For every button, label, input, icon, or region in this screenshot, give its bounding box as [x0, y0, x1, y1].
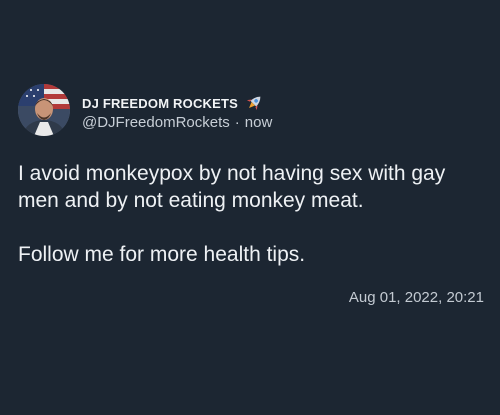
relative-time: now [244, 114, 273, 131]
display-name[interactable]: DJ FREEDOM ROCKETS [82, 93, 264, 113]
display-name-text: DJ FREEDOM ROCKETS [82, 95, 239, 111]
handle-line: @DJFreedomRockets · now [82, 114, 272, 131]
tweet-text: I avoid monkeypox by not having sex with… [18, 160, 488, 268]
tweet-card: DJ FREEDOM ROCKETS @DJFreedomRockets · now… [0, 0, 500, 415]
tweet-paragraph: I avoid monkeypox by not having sex with… [18, 162, 446, 212]
avatar-image [18, 84, 70, 136]
tweet-paragraph: Follow me for more health tips. [18, 243, 306, 266]
separator: · [234, 114, 240, 131]
avatar[interactable] [18, 84, 70, 136]
rocket-icon [244, 93, 264, 113]
handle[interactable]: @DJFreedomRockets [82, 114, 230, 131]
timestamp: Aug 01, 2022, 20:21 [348, 289, 484, 306]
